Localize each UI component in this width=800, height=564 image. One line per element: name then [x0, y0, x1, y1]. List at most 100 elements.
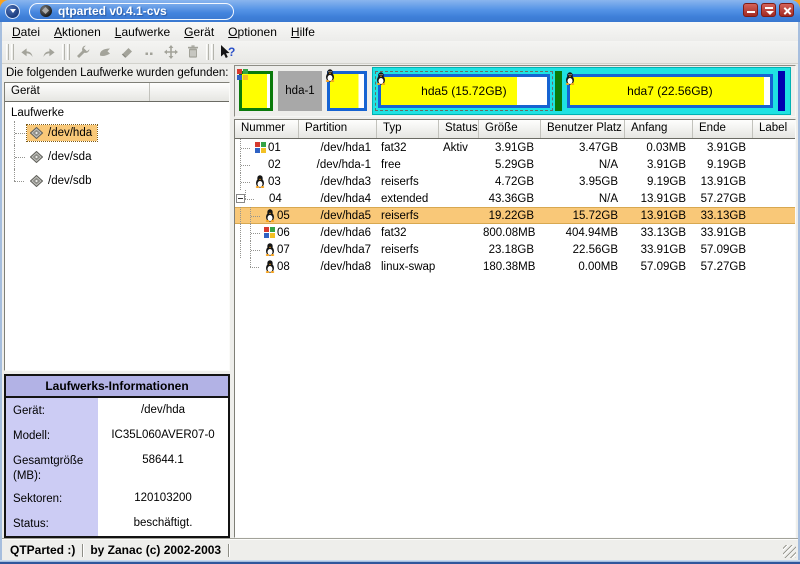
device-tree-header: Gerät [5, 83, 229, 102]
tree-item-dev-sda[interactable]: /dev/sda [9, 145, 229, 169]
maximize-button[interactable] [761, 3, 776, 17]
info-value: beschäftigt. [98, 511, 228, 536]
column-header-empty[interactable] [150, 83, 229, 101]
info-row-sektoren: Sektoren: 120103200 [6, 486, 228, 511]
delete-button[interactable] [116, 42, 138, 62]
drive-info-title: Laufwerks-Informationen [6, 376, 228, 398]
trash-button[interactable] [182, 42, 204, 62]
menu-optionen[interactable]: Optionen [221, 24, 284, 40]
partition-panel: hda-1 [234, 65, 796, 538]
tux-icon [255, 175, 265, 188]
device-label: /dev/sdb [48, 175, 91, 187]
tree-root-laufwerke[interactable]: Laufwerke [9, 105, 229, 121]
qtparted-window: qtparted v0.4.1-cvs Datei Aktionen Laufw… [0, 0, 800, 564]
table-row-hda3[interactable]: 03 /dev/hda3 reiserfs 4.72GB 3.95GB 9.19… [235, 173, 795, 190]
partition-segment-hda5[interactable]: hda5 (15.72GB) [378, 74, 550, 108]
info-label: Status: [6, 511, 98, 536]
table-row-hda5[interactable]: 05 /dev/hda5 reiserfs 19.22GB 15.72GB 13… [235, 207, 795, 224]
redo-button[interactable] [38, 42, 60, 62]
whats-this-icon: ? [218, 44, 236, 60]
tux-icon [376, 72, 386, 85]
close-button[interactable] [779, 3, 794, 17]
tree-item-dev-sdb[interactable]: /dev/sdb [9, 169, 229, 193]
partition-table-header: Nummer Partition Typ Status Größe Benutz… [235, 120, 795, 139]
device-tree-body: Laufwerke /dev/hda [5, 102, 229, 370]
partition-segment-hda3[interactable] [327, 71, 367, 111]
column-header-partition[interactable]: Partition [299, 120, 377, 138]
move-cross-icon [163, 44, 179, 60]
partition-table: Nummer Partition Typ Status Größe Benutz… [234, 119, 796, 538]
collapse-expander-icon[interactable] [236, 194, 245, 203]
property-button[interactable] [72, 42, 94, 62]
format-button[interactable] [94, 42, 116, 62]
partition-segment-hda1[interactable] [239, 71, 273, 111]
hard-disk-icon [30, 151, 43, 163]
table-row-hda6[interactable]: 06 /dev/hda6 fat32 800.08MB 404.94MB 33.… [235, 224, 795, 241]
move-button[interactable] [160, 42, 182, 62]
column-header-label[interactable]: Label [753, 120, 795, 138]
undo-button[interactable] [16, 42, 38, 62]
info-label: Sektoren: [6, 486, 98, 511]
column-header-typ[interactable]: Typ [377, 120, 439, 138]
statusbar: QTParted :) by Zanac (c) 2002-2003 [2, 539, 798, 560]
menu-datei[interactable]: Datei [5, 24, 47, 40]
status-separator [228, 544, 229, 557]
toolbar-grip[interactable] [6, 44, 9, 60]
windows-logo-icon [237, 69, 248, 80]
status-credit: by Zanac (c) 2002-2003 [86, 543, 225, 557]
qtparted-app-icon [40, 5, 52, 17]
resize-button[interactable] [138, 42, 160, 62]
resize-grip[interactable] [783, 545, 796, 558]
menu-aktionen[interactable]: Aktionen [47, 24, 108, 40]
minimize-button[interactable] [743, 3, 758, 17]
column-header-ende[interactable]: Ende [693, 120, 753, 138]
info-row-gesamtgroesse: Gesamtgröße (MB): 58644.1 [6, 448, 228, 486]
partition-segment-hda6[interactable] [555, 71, 562, 111]
device-label: /dev/hda [48, 127, 92, 139]
windows-logo-icon [264, 227, 275, 238]
device-tree: Gerät Laufwerke [4, 82, 230, 371]
tux-icon [265, 260, 275, 273]
info-row-modell: Modell: IC35L060AVER07-0 [6, 423, 228, 448]
partition-segment-free[interactable]: hda-1 [278, 71, 322, 111]
menu-laufwerke[interactable]: Laufwerke [108, 24, 177, 40]
partition-segment-hda8[interactable] [778, 71, 785, 111]
tux-icon [325, 69, 335, 82]
table-row-hda8[interactable]: 08 /dev/hda8 linux-swap 180.38MB 0.00MB … [235, 258, 795, 275]
tux-icon [265, 209, 275, 222]
tree-item-dev-hda[interactable]: /dev/hda [9, 121, 229, 145]
toolbar: ? [2, 41, 798, 64]
whats-this-button[interactable]: ? [216, 42, 238, 62]
table-row-free[interactable]: 02 /dev/hda-1 free 5.29GB N/A 3.91GB 9.1… [235, 156, 795, 173]
tree-branch [14, 169, 27, 193]
eraser-icon [119, 44, 135, 60]
column-header-benutzer-platz[interactable]: Benutzer Platz [541, 120, 625, 138]
window-bottom-frame [0, 560, 800, 564]
menubar: Datei Aktionen Laufwerke Gerät Optionen … [2, 22, 798, 41]
trash-icon [185, 44, 201, 60]
drive-info-panel: Laufwerks-Informationen Gerät: /dev/hda … [4, 374, 230, 538]
wrench-icon [75, 44, 91, 60]
table-row-hda4[interactable]: 04 /dev/hda4 extended 43.36GB N/A 13.91G… [235, 190, 795, 207]
client-area: Datei Aktionen Laufwerke Gerät Optionen … [0, 22, 800, 560]
redo-arrow-icon [41, 44, 57, 60]
column-header-groesse[interactable]: Größe [479, 120, 541, 138]
free-space-label: hda-1 [285, 85, 314, 97]
titlebar[interactable]: qtparted v0.4.1-cvs [0, 0, 800, 22]
table-row-hda1[interactable]: 01 /dev/hda1 fat32 Aktiv 3.91GB 3.47GB 0… [235, 139, 795, 156]
window-menu-button[interactable] [5, 4, 20, 19]
partition-segment-hda7[interactable]: hda7 (22.56GB) [567, 74, 773, 108]
column-header-status[interactable]: Status [439, 120, 479, 138]
resize-dots-icon [141, 44, 157, 60]
menu-hilfe[interactable]: Hilfe [284, 24, 322, 40]
menu-geraet[interactable]: Gerät [177, 24, 221, 40]
column-header-nummer[interactable]: Nummer [235, 120, 299, 138]
info-label: Gesamtgröße (MB): [6, 448, 98, 486]
column-header-geraet[interactable]: Gerät [5, 83, 150, 101]
device-label: /dev/sda [48, 151, 91, 163]
chevron-down-icon [10, 9, 16, 13]
column-header-anfang[interactable]: Anfang [625, 120, 693, 138]
table-row-hda7[interactable]: 07 /dev/hda7 reiserfs 23.18GB 22.56GB 33… [235, 241, 795, 258]
tree-branch [14, 121, 27, 145]
paint-blob-icon [97, 44, 113, 60]
